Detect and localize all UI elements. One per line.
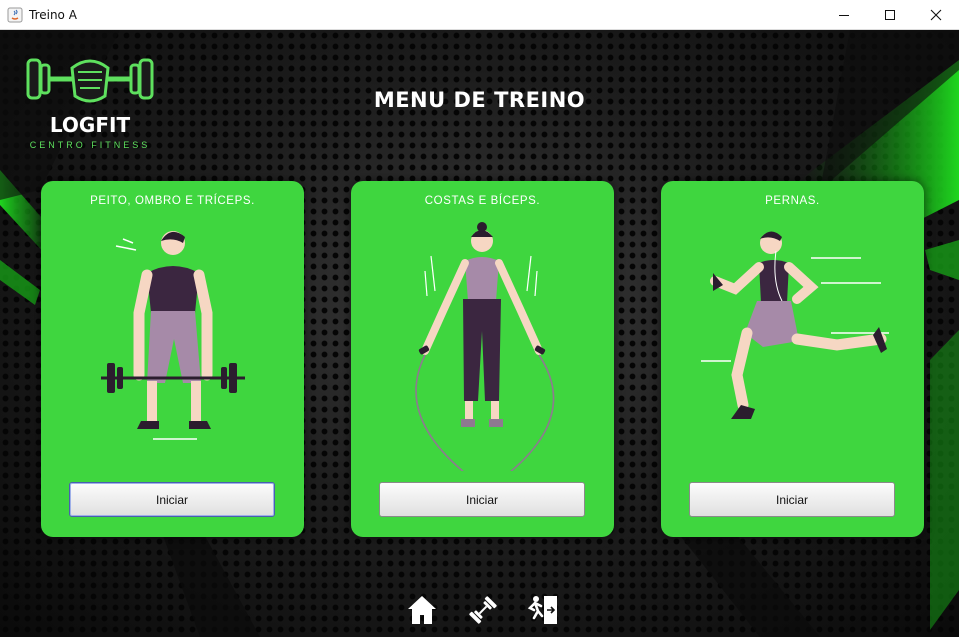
dumbbell-icon[interactable] <box>466 594 500 626</box>
minimize-icon <box>839 15 849 16</box>
window-title: Treino A <box>29 7 77 22</box>
bottom-nav <box>0 590 959 630</box>
start-button[interactable]: Iniciar <box>689 482 895 517</box>
window-titlebar: Treino A <box>0 0 959 30</box>
close-button[interactable] <box>913 0 959 30</box>
minimize-button[interactable] <box>821 0 867 30</box>
workout-card-chest-shoulder-triceps: PEITO, OMBRO E TRÍCEPS. Iniciar <box>41 181 304 537</box>
close-icon <box>930 9 942 21</box>
exit-icon[interactable] <box>526 594 560 626</box>
java-app-icon <box>7 7 23 22</box>
running-icon <box>701 231 889 419</box>
start-button[interactable]: Iniciar <box>379 482 585 517</box>
deadlift-icon <box>101 231 245 440</box>
maximize-button[interactable] <box>867 0 913 30</box>
jump-rope-icon <box>415 222 555 471</box>
card-title: PEITO, OMBRO E TRÍCEPS. <box>90 195 255 207</box>
home-icon[interactable] <box>405 594 439 626</box>
workout-card-legs: PERNAS. Iniciar <box>661 181 924 537</box>
page-title: MENU DE TREINO <box>373 88 586 112</box>
card-title: PERNAS. <box>765 195 820 207</box>
window-controls <box>821 0 959 30</box>
maximize-icon <box>885 10 895 20</box>
main-panel: LOGFIT CENTRO FITNESS MENU DE TREINO PEI… <box>0 30 959 637</box>
logo-tagline: CENTRO FITNESS <box>30 140 151 150</box>
start-button[interactable]: Iniciar <box>69 482 275 517</box>
workout-card-back-biceps: COSTAS E BÍCEPS. Iniciar <box>351 181 614 537</box>
logo-name: LOGFIT <box>50 113 131 137</box>
card-title: COSTAS E BÍCEPS. <box>424 195 541 207</box>
